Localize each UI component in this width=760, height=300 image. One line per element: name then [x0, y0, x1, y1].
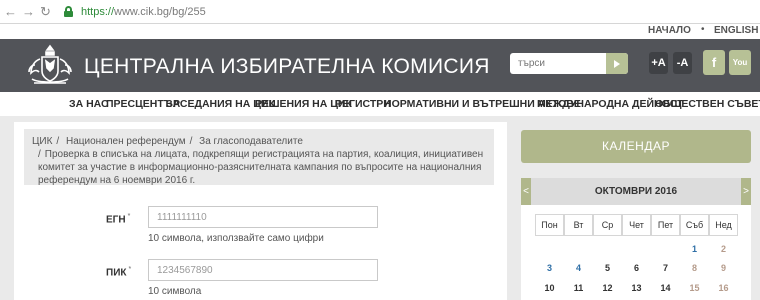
main-nav: ЗА НАС ПРЕСЦЕНТЪР ЗАСЕДАНИЯ НА ЦИК РЕШЕН… — [0, 92, 760, 116]
breadcrumb-item-referendum[interactable]: Национален референдум — [66, 136, 186, 147]
url-field[interactable]: https://www.cik.bg/bg/255 — [81, 6, 206, 18]
required-mark: * — [128, 266, 132, 273]
calendar-day[interactable]: 4 — [564, 263, 593, 273]
calendar-day[interactable]: 7 — [651, 263, 680, 273]
calendar-day[interactable]: 14 — [651, 283, 680, 293]
search-input[interactable] — [510, 53, 606, 74]
home-link[interactable]: НАЧАЛО — [648, 25, 691, 36]
breadcrumb-current-text: Проверка в списъка на лицата, подкрепящи… — [38, 149, 484, 186]
weekday-sun: Нед — [709, 214, 738, 236]
breadcrumb-separator: / — [56, 136, 60, 147]
utility-separator: • — [701, 24, 705, 35]
site-title[interactable]: ЦЕНТРАЛНА ИЗБИРАТЕЛНА КОМИСИЯ — [84, 55, 490, 79]
forward-icon[interactable]: → — [22, 4, 36, 19]
calendar-day[interactable]: 3 — [535, 263, 564, 273]
weekday-thu: Чет — [622, 214, 651, 236]
breadcrumb: ЦИК / Национален референдум / За гласопода… — [24, 129, 494, 187]
back-icon[interactable]: ← — [4, 4, 18, 19]
calendar-day[interactable]: 12 — [593, 283, 622, 293]
site-header: ЦЕНТРАЛНА ИЗБИРАТЕЛНА КОМИСИЯ +A -A f Yo… — [0, 39, 760, 92]
coat-of-arms-icon[interactable] — [24, 43, 76, 87]
calendar-day[interactable]: 10 — [535, 283, 564, 293]
calendar-month: ОКТОМВРИ 2016 — [594, 186, 678, 197]
url-scheme: https:// — [81, 5, 115, 18]
font-larger-button[interactable]: +A — [649, 52, 668, 74]
search-box — [510, 53, 628, 74]
facebook-icon: f — [711, 55, 717, 70]
weekday-sat: Съб — [680, 214, 709, 236]
calendar-header: < ОКТОМВРИ 2016 > — [521, 178, 751, 205]
breadcrumb-current: / Проверка в списъка на лицата, подкрепящ… — [32, 148, 486, 187]
english-link[interactable]: ENGLISH — [714, 25, 758, 36]
youtube-button[interactable]: You — [729, 50, 751, 75]
calendar-day[interactable]: 2 — [709, 244, 738, 254]
calendar-day[interactable]: 16 — [709, 283, 738, 293]
calendar-day[interactable]: 1 — [680, 244, 709, 254]
calendar-day[interactable]: 15 — [680, 283, 709, 293]
weekday-wed: Ср — [593, 214, 622, 236]
pik-label: ПИК * — [106, 266, 131, 278]
calendar-day[interactable]: 8 — [680, 263, 709, 273]
breadcrumb-item-voters[interactable]: За гласоподавателите — [199, 136, 303, 147]
pik-label-text: ПИК — [106, 267, 127, 279]
pik-hint: 10 символа — [148, 286, 202, 297]
calendar-next-button[interactable]: > — [741, 178, 751, 205]
font-smaller-button[interactable]: -A — [673, 52, 692, 74]
pik-field[interactable] — [148, 259, 378, 281]
breadcrumb-separator: / — [189, 136, 193, 147]
weekday-fri: Пет — [651, 214, 680, 236]
egn-hint: 10 символа, използвайте само цифри — [148, 233, 324, 244]
url-path: www.cik.bg/bg/255 — [114, 5, 206, 18]
search-submit-button[interactable] — [606, 53, 628, 74]
egn-label: ЕГН * — [106, 213, 130, 225]
nav-item-about[interactable]: ЗА НАС — [69, 98, 109, 110]
browser-address-bar: ← → ↻ https://www.cik.bg/bg/255 — [0, 0, 760, 24]
calendar-day[interactable]: 5 — [593, 263, 622, 273]
reload-icon[interactable]: ↻ — [40, 4, 54, 19]
calendar-day[interactable]: 9 — [709, 263, 738, 273]
egn-label-text: ЕГН — [106, 214, 126, 226]
calendar-day[interactable]: 11 — [564, 283, 593, 293]
calendar-widget: < ОКТОМВРИ 2016 > Пон Вт Ср Чет Пет Съб … — [521, 178, 751, 300]
weekday-tue: Вт — [564, 214, 593, 236]
required-mark: * — [127, 213, 131, 220]
breadcrumb-item-cik[interactable]: ЦИК — [32, 136, 52, 147]
youtube-icon: You — [732, 58, 748, 67]
nav-item-council[interactable]: ОБЩЕСТВЕН СЪВЕТ — [655, 98, 760, 110]
breadcrumb-separator: / — [38, 149, 41, 160]
facebook-button[interactable]: f — [703, 50, 725, 75]
calendar-day[interactable]: 6 — [622, 263, 651, 273]
lock-icon — [64, 6, 73, 17]
calendar-day[interactable]: 13 — [622, 283, 651, 293]
egn-field[interactable] — [148, 206, 378, 228]
utility-bar: НАЧАЛО • ENGLISH — [0, 24, 760, 39]
nav-item-registers[interactable]: РЕГИСТРИ — [335, 98, 391, 110]
weekday-mon: Пон — [535, 214, 564, 236]
calendar-button[interactable]: КАЛЕНДАР — [521, 130, 751, 163]
main-panel: ЦИК / Национален референдум / За гласопода… — [14, 122, 507, 300]
